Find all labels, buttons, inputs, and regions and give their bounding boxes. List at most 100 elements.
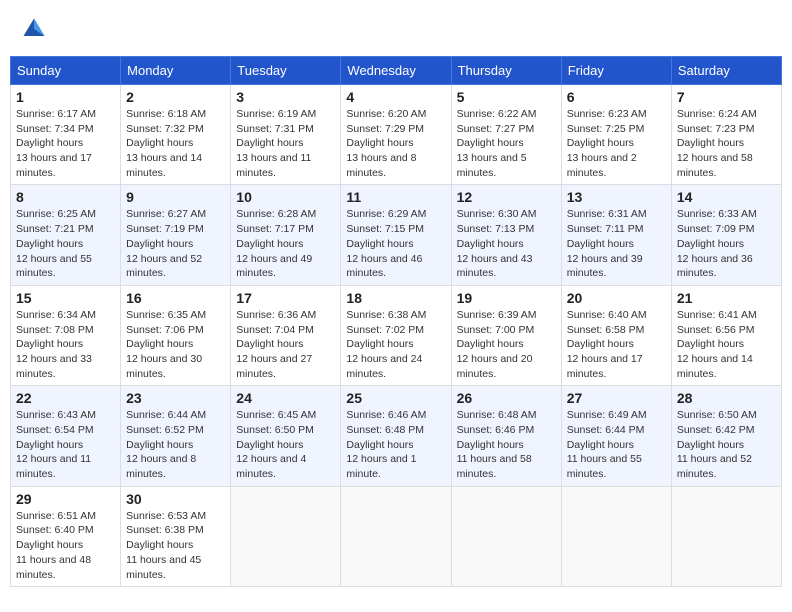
calendar-cell: 1 Sunrise: 6:17 AM Sunset: 7:34 PM Dayli… [11,85,121,185]
daylight-value: 12 hours and 39 minutes. [567,253,643,280]
daylight-label: Daylight hours [677,238,744,250]
day-info: Sunrise: 6:35 AM Sunset: 7:06 PM Dayligh… [126,308,225,381]
day-number: 14 [677,189,776,205]
calendar-cell: 16 Sunrise: 6:35 AM Sunset: 7:06 PM Dayl… [121,285,231,385]
daylight-label: Daylight hours [16,539,83,551]
day-number: 29 [16,491,115,507]
sunset-label: Sunset: 6:48 PM [346,424,424,436]
day-info: Sunrise: 6:40 AM Sunset: 6:58 PM Dayligh… [567,308,666,381]
calendar-week-row: 8 Sunrise: 6:25 AM Sunset: 7:21 PM Dayli… [11,185,782,285]
day-number: 11 [346,189,445,205]
calendar-cell: 26 Sunrise: 6:48 AM Sunset: 6:46 PM Dayl… [451,386,561,486]
daylight-label: Daylight hours [16,439,83,451]
day-info: Sunrise: 6:30 AM Sunset: 7:13 PM Dayligh… [457,207,556,280]
calendar-cell: 13 Sunrise: 6:31 AM Sunset: 7:11 PM Dayl… [561,185,671,285]
sunrise-label: Sunrise: 6:20 AM [346,108,426,120]
daylight-value: 12 hours and 11 minutes. [16,453,91,480]
logo-icon [20,15,48,43]
daylight-value: 12 hours and 24 minutes. [346,353,422,380]
calendar-cell: 22 Sunrise: 6:43 AM Sunset: 6:54 PM Dayl… [11,386,121,486]
daylight-label: Daylight hours [126,338,193,350]
daylight-label: Daylight hours [567,238,634,250]
day-info: Sunrise: 6:43 AM Sunset: 6:54 PM Dayligh… [16,408,115,481]
daylight-label: Daylight hours [236,338,303,350]
calendar-cell: 17 Sunrise: 6:36 AM Sunset: 7:04 PM Dayl… [231,285,341,385]
day-number: 20 [567,290,666,306]
day-number: 21 [677,290,776,306]
sunrise-label: Sunrise: 6:17 AM [16,108,96,120]
sunset-label: Sunset: 7:27 PM [457,123,535,135]
calendar-cell: 28 Sunrise: 6:50 AM Sunset: 6:42 PM Dayl… [671,386,781,486]
sunrise-label: Sunrise: 6:38 AM [346,309,426,321]
day-info: Sunrise: 6:53 AM Sunset: 6:38 PM Dayligh… [126,509,225,582]
calendar-cell: 14 Sunrise: 6:33 AM Sunset: 7:09 PM Dayl… [671,185,781,285]
sunset-label: Sunset: 7:08 PM [16,324,94,336]
daylight-value: 12 hours and 55 minutes. [16,253,92,280]
calendar-cell: 6 Sunrise: 6:23 AM Sunset: 7:25 PM Dayli… [561,85,671,185]
day-number: 17 [236,290,335,306]
weekday-header-thursday: Thursday [451,57,561,85]
day-info: Sunrise: 6:44 AM Sunset: 6:52 PM Dayligh… [126,408,225,481]
sunrise-label: Sunrise: 6:33 AM [677,208,757,220]
sunset-label: Sunset: 7:00 PM [457,324,535,336]
daylight-label: Daylight hours [346,137,413,149]
day-number: 15 [16,290,115,306]
day-number: 23 [126,390,225,406]
day-info: Sunrise: 6:23 AM Sunset: 7:25 PM Dayligh… [567,107,666,180]
day-info: Sunrise: 6:49 AM Sunset: 6:44 PM Dayligh… [567,408,666,481]
sunrise-label: Sunrise: 6:22 AM [457,108,537,120]
day-info: Sunrise: 6:38 AM Sunset: 7:02 PM Dayligh… [346,308,445,381]
day-number: 3 [236,89,335,105]
daylight-value: 12 hours and 46 minutes. [346,253,422,280]
logo [20,15,50,43]
daylight-value: 11 hours and 52 minutes. [677,453,752,480]
calendar-cell: 25 Sunrise: 6:46 AM Sunset: 6:48 PM Dayl… [341,386,451,486]
sunset-label: Sunset: 7:13 PM [457,223,535,235]
sunrise-label: Sunrise: 6:49 AM [567,409,647,421]
sunrise-label: Sunrise: 6:27 AM [126,208,206,220]
calendar-cell: 19 Sunrise: 6:39 AM Sunset: 7:00 PM Dayl… [451,285,561,385]
calendar-week-row: 22 Sunrise: 6:43 AM Sunset: 6:54 PM Dayl… [11,386,782,486]
daylight-label: Daylight hours [126,539,193,551]
sunset-label: Sunset: 6:54 PM [16,424,94,436]
calendar-cell: 7 Sunrise: 6:24 AM Sunset: 7:23 PM Dayli… [671,85,781,185]
sunset-label: Sunset: 7:34 PM [16,123,94,135]
sunrise-label: Sunrise: 6:43 AM [16,409,96,421]
sunset-label: Sunset: 7:15 PM [346,223,424,235]
sunrise-label: Sunrise: 6:40 AM [567,309,647,321]
daylight-label: Daylight hours [457,137,524,149]
weekday-header-saturday: Saturday [671,57,781,85]
day-number: 8 [16,189,115,205]
day-info: Sunrise: 6:25 AM Sunset: 7:21 PM Dayligh… [16,207,115,280]
day-number: 4 [346,89,445,105]
sunrise-label: Sunrise: 6:35 AM [126,309,206,321]
day-info: Sunrise: 6:31 AM Sunset: 7:11 PM Dayligh… [567,207,666,280]
sunset-label: Sunset: 7:31 PM [236,123,314,135]
daylight-value: 12 hours and 27 minutes. [236,353,312,380]
day-info: Sunrise: 6:24 AM Sunset: 7:23 PM Dayligh… [677,107,776,180]
sunrise-label: Sunrise: 6:31 AM [567,208,647,220]
daylight-label: Daylight hours [16,137,83,149]
daylight-value: 12 hours and 36 minutes. [677,253,753,280]
calendar-cell: 15 Sunrise: 6:34 AM Sunset: 7:08 PM Dayl… [11,285,121,385]
sunrise-label: Sunrise: 6:53 AM [126,510,206,522]
calendar-table: SundayMondayTuesdayWednesdayThursdayFrid… [10,56,782,587]
day-info: Sunrise: 6:51 AM Sunset: 6:40 PM Dayligh… [16,509,115,582]
calendar-cell [451,486,561,586]
calendar-header-row: SundayMondayTuesdayWednesdayThursdayFrid… [11,57,782,85]
calendar-cell: 29 Sunrise: 6:51 AM Sunset: 6:40 PM Dayl… [11,486,121,586]
calendar-cell [561,486,671,586]
weekday-header-friday: Friday [561,57,671,85]
sunrise-label: Sunrise: 6:44 AM [126,409,206,421]
weekday-header-monday: Monday [121,57,231,85]
day-number: 2 [126,89,225,105]
day-number: 16 [126,290,225,306]
day-number: 5 [457,89,556,105]
sunset-label: Sunset: 7:02 PM [346,324,424,336]
day-info: Sunrise: 6:39 AM Sunset: 7:00 PM Dayligh… [457,308,556,381]
sunrise-label: Sunrise: 6:48 AM [457,409,537,421]
sunset-label: Sunset: 6:52 PM [126,424,204,436]
calendar-week-row: 1 Sunrise: 6:17 AM Sunset: 7:34 PM Dayli… [11,85,782,185]
daylight-value: 12 hours and 17 minutes. [567,353,643,380]
day-info: Sunrise: 6:20 AM Sunset: 7:29 PM Dayligh… [346,107,445,180]
